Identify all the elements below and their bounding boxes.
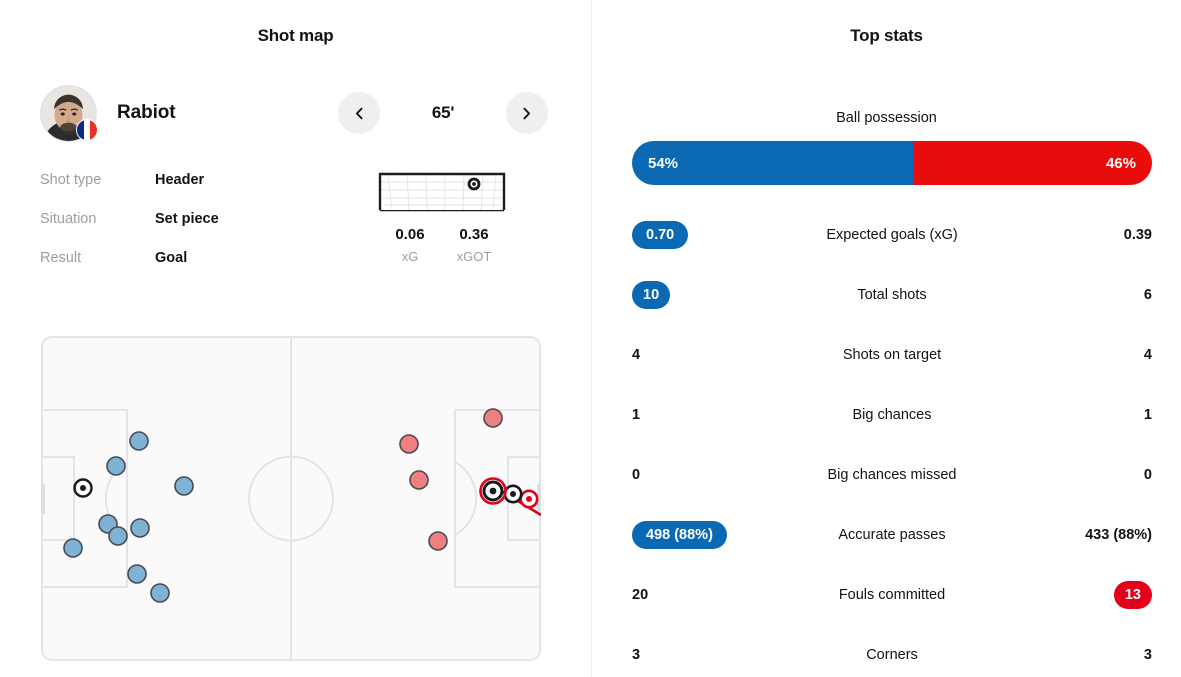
- goal-net-icon: [378, 172, 506, 212]
- shot-map-title: Shot map: [257, 26, 334, 45]
- stat-away-value: 4: [1143, 346, 1152, 363]
- stat-home-side: 10: [632, 280, 782, 310]
- france-flag-icon: [76, 118, 98, 141]
- avatar: [40, 84, 98, 142]
- stat-away-side: 13: [1002, 580, 1152, 610]
- shot-ball-end-icon: [519, 489, 539, 509]
- xgot-value: 0.36: [459, 226, 489, 243]
- stat-label: Big chances: [852, 407, 932, 423]
- shot-type-value: Header: [155, 172, 205, 188]
- result-value: Goal: [155, 250, 188, 266]
- stat-away-value: 433 (88%): [1085, 526, 1152, 543]
- shot-navigator: 65': [338, 92, 548, 134]
- stat-label: Total shots: [857, 287, 927, 303]
- stat-home-side: 1: [632, 408, 782, 423]
- stat-row: 3 Corners 3: [632, 625, 1152, 677]
- stat-home-value: 10: [632, 280, 671, 310]
- detail-row: Result Goal: [40, 250, 340, 289]
- stat-away-side: 6: [1002, 288, 1152, 303]
- stat-home-value: 3: [632, 646, 641, 663]
- stat-row: 498 (88%) Accurate passes 433 (88%): [632, 505, 1152, 565]
- stat-away-value: 1: [1143, 406, 1152, 423]
- detail-row: Situation Set piece: [40, 211, 340, 250]
- stat-away-side: 0: [1002, 468, 1152, 483]
- stat-label: Big chances missed: [827, 467, 957, 483]
- stat-away-value: 6: [1143, 286, 1152, 303]
- stat-away-value: 3: [1143, 646, 1152, 663]
- top-stats-title: Top stats: [850, 26, 923, 45]
- stats-list: 0.70 Expected goals (xG) 0.39 10 Total shots…: [632, 205, 1152, 677]
- stat-home-value: 4: [632, 346, 641, 363]
- pitch-svg: [41, 336, 541, 661]
- situation-value: Set piece: [155, 211, 219, 227]
- stat-home-side: 0.70: [632, 220, 782, 250]
- stat-label: Shots on target: [842, 347, 942, 363]
- stat-away-side: 4: [1002, 348, 1152, 363]
- chevron-right-icon: [523, 107, 531, 119]
- top-stats-panel: Top stats Ball possession 54% 46% 0.70 Ex…: [592, 0, 1181, 677]
- stat-label: Corners: [866, 647, 918, 663]
- shot-detail-table: Shot type Header Situation Set piece Res…: [40, 172, 340, 289]
- previous-shot-button[interactable]: [338, 92, 380, 134]
- stat-home-side: 20: [632, 588, 782, 603]
- stat-home-side: 0: [632, 468, 782, 483]
- selected-shot-marker: [479, 477, 507, 505]
- stat-home-side: 4: [632, 348, 782, 363]
- stat-row: 20 Fouls committed 13: [632, 565, 1152, 625]
- stat-home-value: 498 (88%): [632, 520, 727, 550]
- ball-possession-label: Ball possession: [836, 110, 937, 126]
- stat-label: Expected goals (xG): [826, 227, 958, 243]
- stat-label: Accurate passes: [838, 527, 946, 543]
- xg-column: 0.06 xG: [378, 226, 442, 264]
- xg-values: 0.06 xG 0.36 xGOT: [378, 226, 506, 264]
- shot-type-label: Shot type: [40, 172, 102, 188]
- stat-home-side: 3: [632, 648, 782, 663]
- xg-value: 0.06: [395, 226, 425, 243]
- shot-ball-mid-icon: [503, 484, 523, 504]
- stat-row: 0 Big chances missed 0: [632, 445, 1152, 505]
- stat-label: Fouls committed: [838, 587, 946, 603]
- xg-key: xG: [401, 249, 419, 264]
- detail-row: Shot type Header: [40, 172, 340, 211]
- stat-row: 0.70 Expected goals (xG) 0.39: [632, 205, 1152, 265]
- player-name: Rabiot: [117, 102, 176, 123]
- stat-home-value: 20: [632, 586, 649, 603]
- stat-home-value: 0.70: [632, 220, 689, 250]
- result-label: Result: [40, 250, 82, 266]
- stat-row: 4 Shots on target 4: [632, 325, 1152, 385]
- stat-row: 1 Big chances 1: [632, 385, 1152, 445]
- possession-away-value: 46%: [1105, 154, 1136, 172]
- goal-frame-diagram: 0.06 xG 0.36 xGOT: [378, 172, 506, 264]
- stat-away-value: 0: [1143, 466, 1152, 483]
- next-shot-button[interactable]: [505, 92, 548, 134]
- stat-home-value: 1: [632, 406, 641, 423]
- stat-away-side: 433 (88%): [1002, 528, 1152, 543]
- ball-target-icon: [467, 177, 481, 191]
- chevron-left-icon: [355, 107, 363, 119]
- possession-home-value: 54%: [648, 154, 679, 172]
- home-goal-ball-icon: [73, 478, 93, 498]
- stat-home-side: 498 (88%): [632, 520, 782, 550]
- possession-home-segment: 54%: [632, 141, 913, 185]
- pitch-shot-map[interactable]: [41, 336, 541, 661]
- stat-home-value: 0: [632, 466, 641, 483]
- situation-label: Situation: [40, 211, 97, 227]
- stat-away-side: 0.39: [1002, 228, 1152, 243]
- xgot-column: 0.36 xGOT: [442, 226, 506, 264]
- ball-possession-bar: 54% 46%: [632, 141, 1152, 185]
- stat-away-side: 3: [1002, 648, 1152, 663]
- stat-away-value: 13: [1113, 580, 1152, 610]
- shot-map-panel: Shot map Rabiot 65' Shot type Header Sit…: [0, 0, 591, 677]
- stat-away-value: 0.39: [1123, 226, 1152, 243]
- shot-minute: 65': [431, 103, 455, 122]
- stat-away-side: 1: [1002, 408, 1152, 423]
- stats-page: Shot map Rabiot 65' Shot type Header Sit…: [0, 0, 1181, 677]
- possession-away-segment: 46%: [912, 141, 1152, 185]
- xgot-key: xGOT: [456, 249, 492, 264]
- stat-row: 10 Total shots 6: [632, 265, 1152, 325]
